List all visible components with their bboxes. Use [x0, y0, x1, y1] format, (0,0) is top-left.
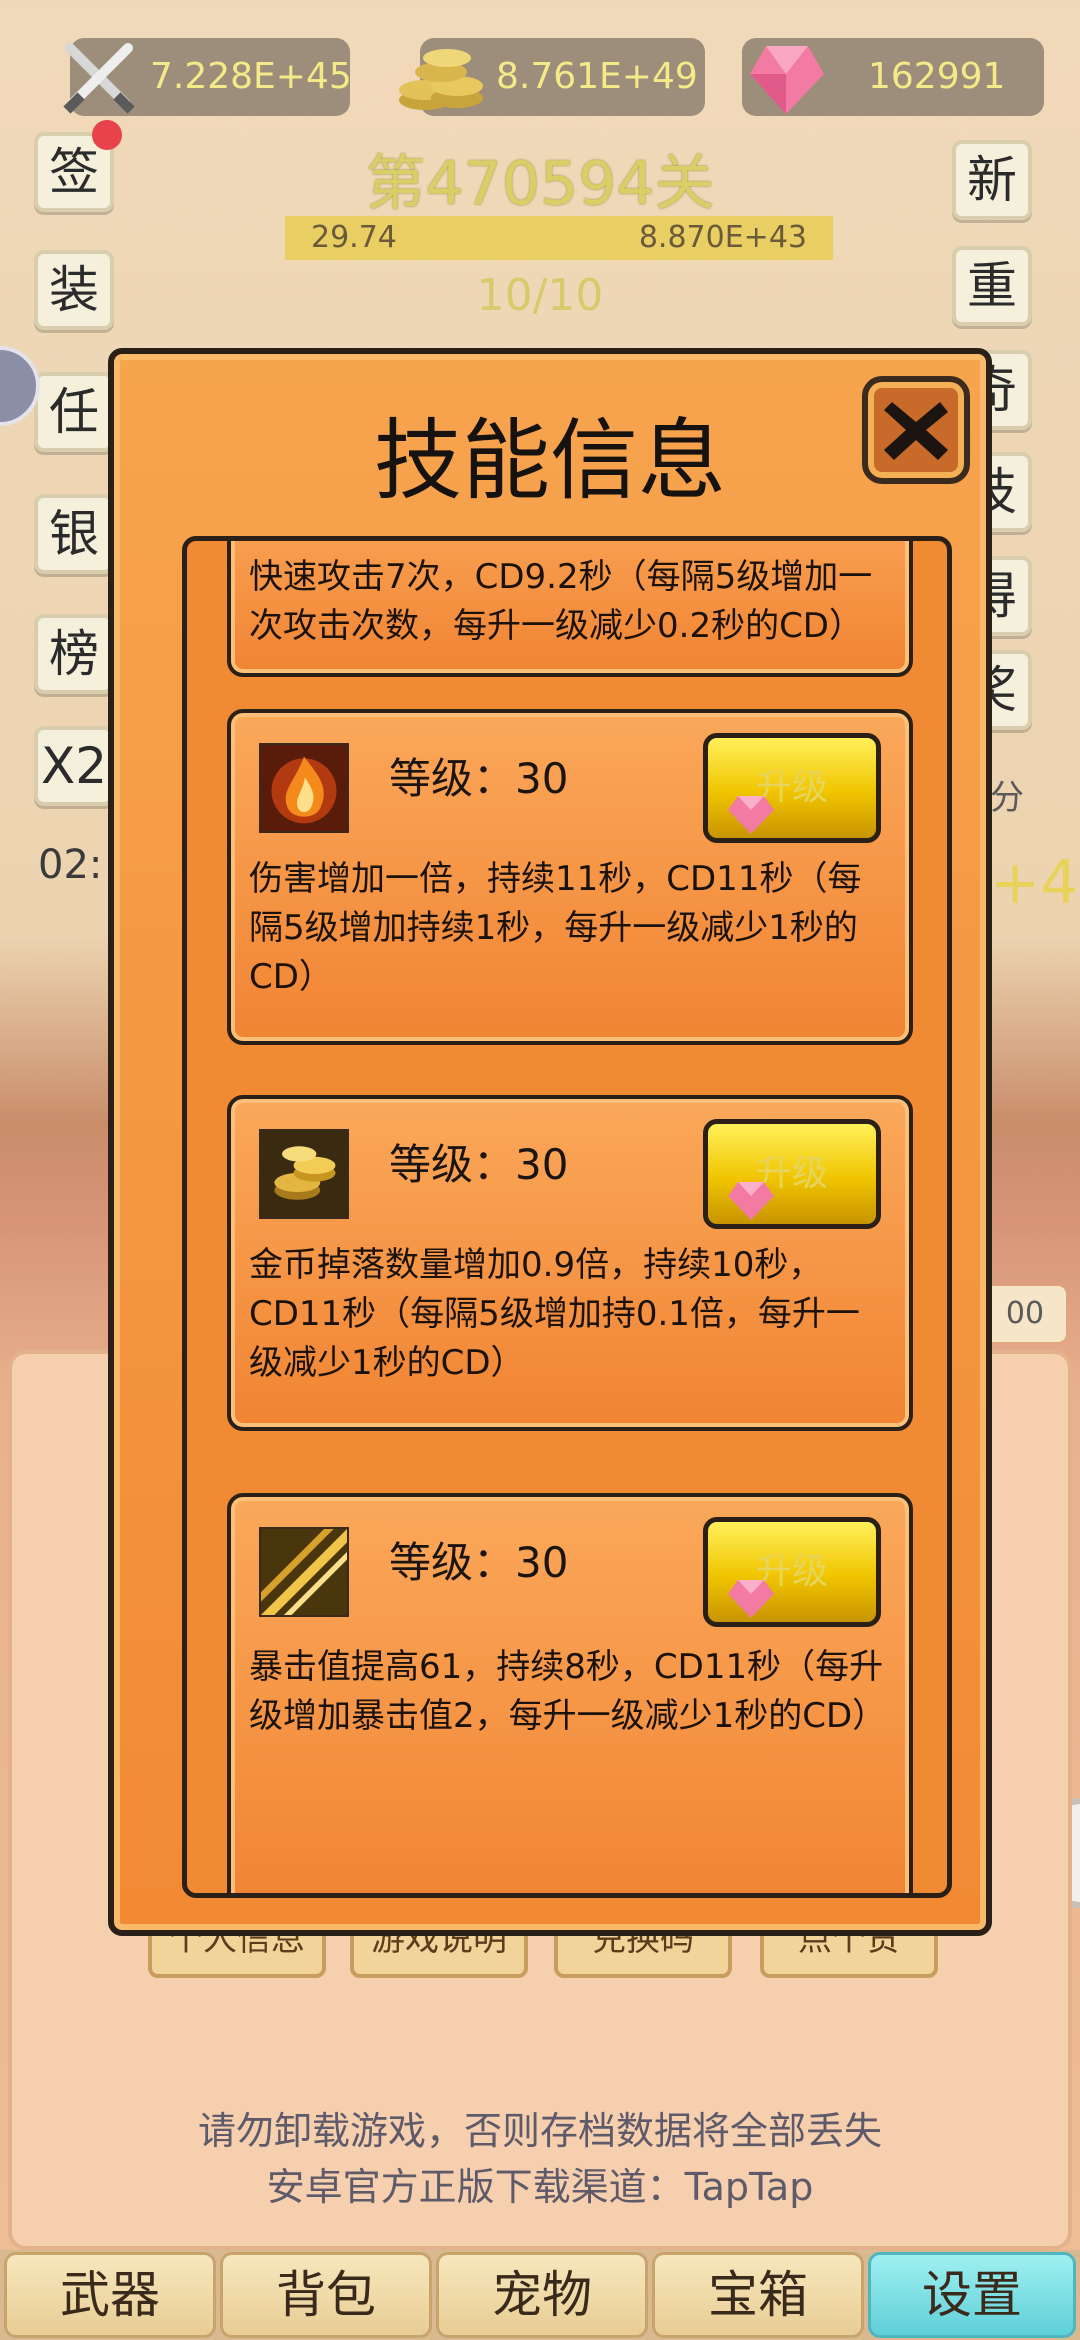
skill-card: 等级：30 升级 伤害增加一倍，持续11秒，CD11秒（每隔5级增加持续1秒，每… — [227, 709, 913, 1045]
tab-weapons[interactable]: 武器 — [4, 2252, 216, 2338]
double-speed-button[interactable]: X2 — [34, 726, 114, 806]
gold-coins-icon — [259, 1129, 349, 1219]
skill-card: 等级：30 升级 金币掉落数量增加0.9倍，持续10秒，CD11秒（每隔5级增加… — [227, 1095, 913, 1431]
close-icon — [884, 402, 948, 460]
pink-gem-icon — [728, 796, 774, 834]
tab-backpack[interactable]: 背包 — [220, 2252, 432, 2338]
tab-pets[interactable]: 宠物 — [436, 2252, 648, 2338]
share-button[interactable]: 分 — [990, 770, 1024, 819]
upgrade-button[interactable]: 升级 — [703, 1517, 881, 1627]
gold-value: 8.761E+49 — [496, 56, 698, 97]
notice-line-1: 请勿卸载游戏，否则存档数据将全部丢失 — [197, 2109, 882, 2153]
flame-burst-icon — [259, 743, 349, 833]
attack-value: 7.228E+45 — [150, 56, 352, 97]
floating-damage-number: +4 — [990, 848, 1079, 918]
wave-counter: 10/10 — [476, 270, 604, 321]
skill-list[interactable]: 快速攻击7次，CD9.2秒（每隔5级增加一次攻击次数，每升一级减少0.2秒的CD… — [182, 536, 952, 1898]
task-button[interactable]: 任 — [34, 372, 114, 452]
stage-title: 第470594关 — [365, 149, 715, 219]
boss-hp-bar: 29.74 8.870E+43 — [285, 216, 833, 260]
golden-streak-icon — [259, 1527, 349, 1617]
gold-coin-stack-icon — [399, 49, 483, 110]
skill-card: 等级：30 升级 暴击值提高61，持续8秒，CD11秒（每升级增加暴击值2，每升… — [227, 1493, 913, 1893]
pink-gem-icon — [728, 1580, 774, 1618]
upgrade-button[interactable]: 升级 — [703, 733, 881, 843]
side-timer: 02: — [38, 842, 103, 888]
modal-title: 技能信息 — [373, 409, 726, 512]
skill-description: 快速攻击7次，CD9.2秒（每隔5级增加一次攻击次数，每升一级减少0.2秒的CD… — [249, 557, 873, 646]
pink-gem-icon — [750, 46, 824, 114]
skill-description: 伤害增加一倍，持续11秒，CD11秒（每隔5级增加持续1秒，每升一级减少1秒的C… — [249, 859, 862, 997]
skill-level: 等级：30 — [389, 754, 569, 803]
skill-description: 金币掉落数量增加0.9倍，持续10秒，CD11秒（每隔5级增加持0.1倍，每升一… — [249, 1245, 860, 1383]
close-button[interactable] — [862, 376, 970, 484]
skill-level: 等级：30 — [389, 1538, 569, 1587]
bank-button[interactable]: 银 — [34, 494, 114, 574]
hp-left-value: 29.74 — [311, 220, 397, 255]
notice-line-2: 安卓官方正版下载渠道：TapTap — [266, 2165, 814, 2209]
hp-right-value: 8.870E+43 — [638, 220, 807, 255]
skill-info-modal: 技能信息 快速攻击7次，CD9.2秒（每隔5级增加一次攻击次数，每升一级减少0.… — [108, 348, 992, 1936]
upgrade-button[interactable]: 升级 — [703, 1119, 881, 1229]
side-counter: 00 — [984, 1286, 1066, 1342]
crossed-swords-icon — [63, 43, 135, 114]
skill-description: 暴击值提高61，持续8秒，CD11秒（每升级增加暴击值2，每升一级减少1秒的CD… — [249, 1647, 887, 1736]
gem-value: 162991 — [868, 56, 1006, 97]
skill-card: 快速攻击7次，CD9.2秒（每隔5级增加一次攻击次数，每升一级减少0.2秒的CD… — [227, 541, 913, 677]
tab-chests[interactable]: 宝箱 — [652, 2252, 864, 2338]
leaderboard-button[interactable]: 榜 — [34, 614, 114, 694]
pink-gem-icon — [728, 1182, 774, 1220]
skill-level: 等级：30 — [389, 1140, 569, 1189]
tab-settings[interactable]: 设置 — [868, 2252, 1076, 2338]
